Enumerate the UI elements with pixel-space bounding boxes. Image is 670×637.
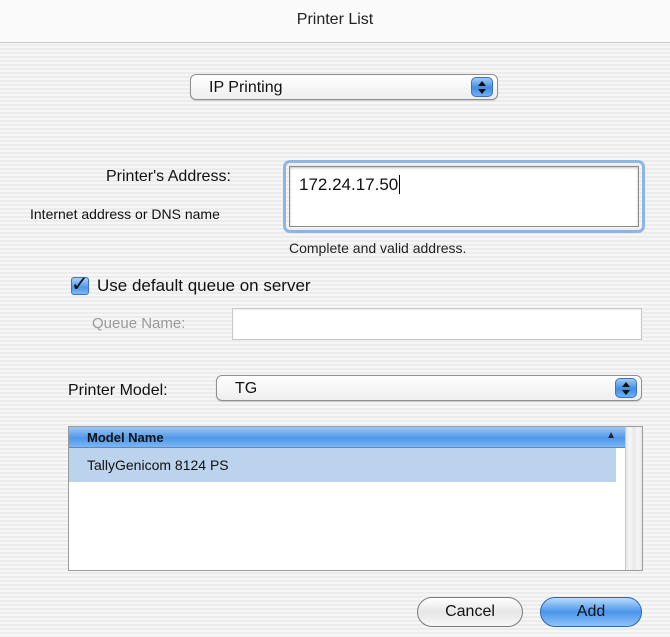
title-bar: Printer List: [0, 0, 670, 43]
default-queue-label: Use default queue on server: [97, 276, 311, 295]
printer-model-value: TG: [235, 380, 258, 397]
popup-arrows-icon: [471, 77, 493, 97]
checkmark-icon: ✓: [71, 273, 89, 296]
printer-model-label: Printer Model:: [68, 382, 168, 399]
text-cursor: [399, 175, 401, 194]
default-queue-checkbox[interactable]: ✓: [71, 273, 89, 296]
printer-address-field[interactable]: 172.24.17.50: [289, 166, 639, 227]
address-status: Complete and valid address.: [289, 240, 467, 256]
column-header-label: Model Name: [87, 430, 164, 445]
add-button[interactable]: Add: [540, 597, 642, 627]
address-hint-label: Internet address or DNS name: [30, 206, 220, 222]
sort-ascending-icon: ▲: [606, 430, 616, 441]
printer-address-value: 172.24.17.50: [299, 175, 399, 194]
cancel-button[interactable]: Cancel: [417, 597, 523, 627]
model-list[interactable]: Model Name ▲ TallyGenicom 8124 PS: [68, 426, 643, 571]
list-item[interactable]: TallyGenicom 8124 PS: [69, 448, 616, 482]
model-name-column-header[interactable]: Model Name ▲: [69, 427, 626, 448]
window-title: Printer List: [296, 11, 374, 28]
connection-type-value: IP Printing: [209, 79, 283, 96]
printer-model-popup[interactable]: TG: [216, 375, 642, 401]
vertical-scrollbar[interactable]: [625, 427, 642, 570]
queue-name-field[interactable]: [232, 308, 642, 340]
connection-type-popup[interactable]: IP Printing: [190, 74, 498, 100]
queue-name-label: Queue Name:: [92, 315, 186, 332]
model-name-cell: TallyGenicom 8124 PS: [87, 457, 229, 473]
popup-arrows-icon: [615, 378, 637, 398]
printer-address-label: Printer's Address:: [106, 168, 231, 185]
